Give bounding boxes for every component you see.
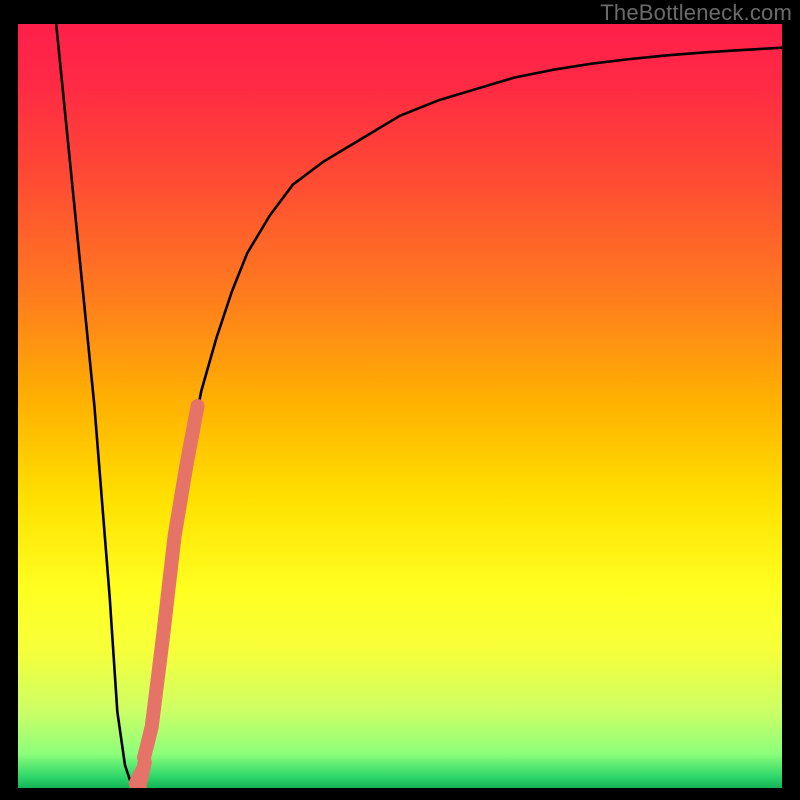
highlight-hook-marker <box>136 762 145 786</box>
gradient-background <box>18 24 782 788</box>
chart-frame: TheBottleneck.com <box>0 0 800 800</box>
plot-area <box>18 24 782 788</box>
bottleneck-plot-svg <box>18 24 782 788</box>
watermark-text: TheBottleneck.com <box>600 0 792 26</box>
